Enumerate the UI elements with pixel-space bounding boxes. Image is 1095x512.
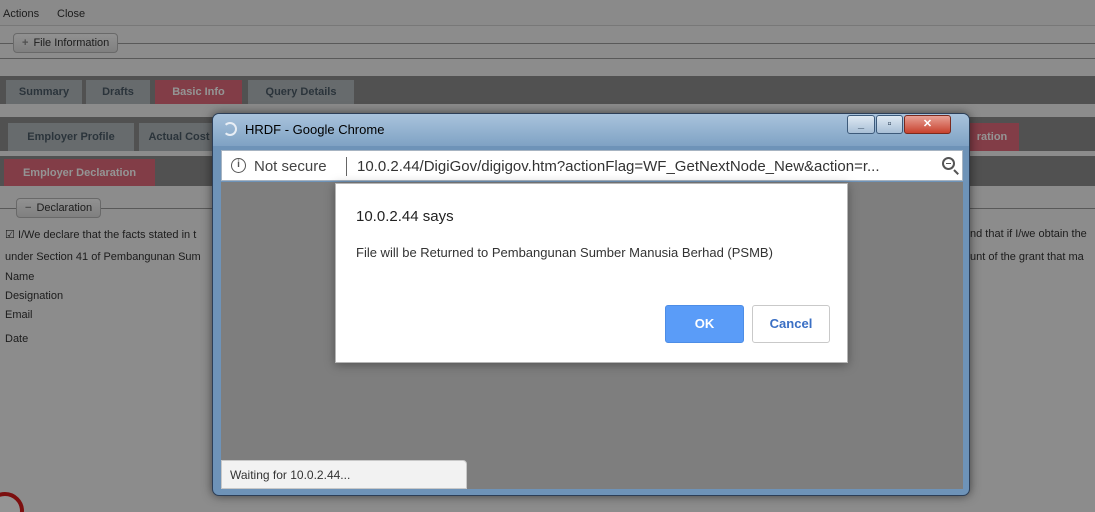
not-secure-label: Not secure [254, 158, 327, 175]
dialog-title: 10.0.2.44 says [356, 208, 454, 225]
divider [346, 157, 347, 176]
alert-dialog: 10.0.2.44 says File will be Returned to … [335, 183, 848, 363]
cancel-button[interactable]: Cancel [752, 305, 830, 343]
ok-button[interactable]: OK [665, 305, 744, 343]
loading-status: Waiting for 10.0.2.44... [221, 460, 467, 489]
close-window-button[interactable]: ✕ [904, 115, 951, 134]
dialog-message: File will be Returned to Pembangunan Sum… [356, 245, 773, 260]
popup-title: HRDF - Google Chrome [245, 122, 385, 137]
zoom-out-icon[interactable] [942, 157, 955, 170]
address-bar[interactable]: i Not secure 10.0.2.44/DigiGov/digigov.h… [221, 150, 963, 181]
popup-title-bar[interactable]: HRDF - Google Chrome _ ▫ ✕ [213, 114, 969, 146]
maximize-button[interactable]: ▫ [876, 115, 903, 134]
url-text[interactable]: 10.0.2.44/DigiGov/digigov.htm?actionFlag… [357, 158, 922, 175]
info-icon[interactable]: i [231, 158, 246, 173]
chrome-loading-icon [223, 122, 237, 136]
minimize-button[interactable]: _ [847, 115, 875, 134]
